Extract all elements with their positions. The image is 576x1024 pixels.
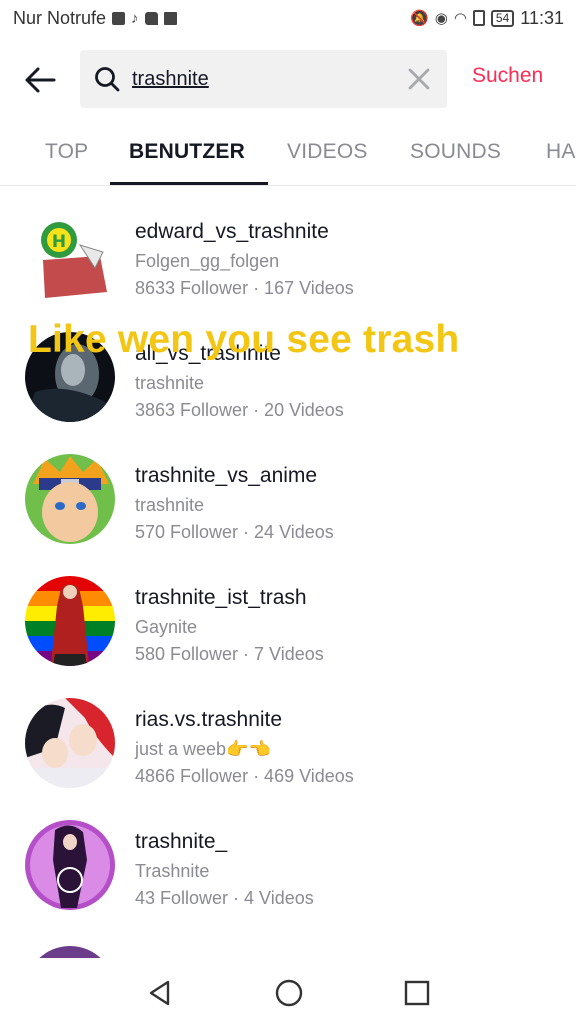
avatar-image [25,698,115,788]
sim-icon [472,10,485,26]
clear-search-button[interactable] [405,65,433,93]
clock: 11:31 [520,7,564,28]
user-nickname: Folgen_gg_folgen [135,251,280,271]
avatar[interactable] [25,576,115,666]
user-stats: 3863 Follower · 20 Videos [135,400,344,420]
nav-recents-button[interactable] [400,976,434,1010]
close-icon [408,68,430,90]
user-row[interactable]: trashnite_ist_trash Gaynite 580 Follower… [0,566,576,688]
circle-home-icon [275,979,303,1007]
triangle-back-icon [149,980,170,1006]
avatar-image: H [25,210,115,300]
search-input[interactable]: trashnite [80,50,447,108]
search-query[interactable]: trashnite [132,68,405,91]
tiktok-notification-icon: ♪ [131,9,139,27]
user-name: trashnite_ist_trash [135,586,307,609]
nav-home-button[interactable] [272,976,306,1010]
battery-icon: 54 [490,9,515,27]
search-tabs: TOP BENUTZER VIDEOS SOUNDS HA [0,128,576,186]
avatar[interactable] [25,820,115,910]
tab-videos[interactable]: VIDEOS [287,140,368,164]
avatar[interactable] [25,946,115,958]
status-left: Nur Notrufe ♪ [13,8,177,29]
mute-icon: 🔕 [410,9,429,27]
status-right: 🔕 ◉ ◠ 54 11:31 [410,8,564,29]
user-row[interactable]: trashnite_vs_anime trashnite 570 Followe… [0,444,576,566]
nav-back-button[interactable] [143,976,177,1010]
user-name: trashnite_ [135,830,228,853]
user-nickname: Gaynite [135,617,198,637]
user-stats: 580 Follower · 7 Videos [135,644,324,664]
twitch-notification-icon [144,11,158,25]
user-nickname: trashnite [135,373,205,393]
eye-comfort-icon: ◉ [434,9,448,27]
video-caption-overlay: Like wen you see trash [28,318,460,361]
carrier-label: Nur Notrufe [13,7,107,28]
avatar[interactable] [25,454,115,544]
avatar-image [25,946,115,958]
user-stats: 4866 Follower · 469 Videos [135,766,354,786]
avatar-image [25,454,115,544]
avatar-image [25,820,115,910]
status-bar: Nur Notrufe ♪ 🔕 ◉ ◠ 54 11:31 [0,0,576,36]
arrow-left-icon [25,67,56,93]
search-icon [95,67,120,92]
user-row[interactable]: H edward_vs_trashnite Folgen_gg_folgen 8… [0,200,576,322]
avatar-image [25,576,115,666]
square-recents-icon [404,980,430,1006]
user-name: trashnite_vs_anime [135,464,318,487]
user-results-list: H edward_vs_trashnite Folgen_gg_folgen 8… [0,186,576,958]
back-button[interactable] [20,62,60,98]
user-row-partial[interactable] [0,932,576,958]
user-stats: 570 Follower · 24 Videos [135,522,334,542]
user-nickname: just a weeb👉👈 [135,739,271,759]
user-nickname: trashnite [135,495,205,515]
user-row[interactable]: trashnite_ Trashnite 43 Follower · 4 Vid… [0,810,576,932]
user-nickname: Trashnite [135,861,210,881]
tab-benutzer[interactable]: BENUTZER [129,140,245,164]
user-stats: 43 Follower · 4 Videos [135,888,314,908]
system-nav-bar [0,958,576,1024]
tab-top[interactable]: TOP [45,140,88,164]
user-stats: 8633 Follower · 167 Videos [135,278,354,298]
search-submit-button[interactable]: Suchen [472,64,543,88]
user-name: edward_vs_trashnite [135,220,329,243]
svg-text:H: H [52,232,66,252]
mail-notification-icon [163,11,177,25]
tab-sounds[interactable]: SOUNDS [410,140,501,164]
avatar[interactable]: H [25,210,115,300]
wifi-icon: ◠ [453,9,467,27]
user-row[interactable]: rias.vs.trashnite just a weeb👉👈 4866 Fol… [0,688,576,810]
notification-icon [112,11,126,25]
user-name: rias.vs.trashnite [135,708,283,731]
active-tab-indicator [110,182,268,185]
search-header: trashnite Suchen [0,48,576,110]
tab-hashtags[interactable]: HA [546,140,576,164]
battery-level: 54 [495,10,510,25]
avatar[interactable] [25,698,115,788]
